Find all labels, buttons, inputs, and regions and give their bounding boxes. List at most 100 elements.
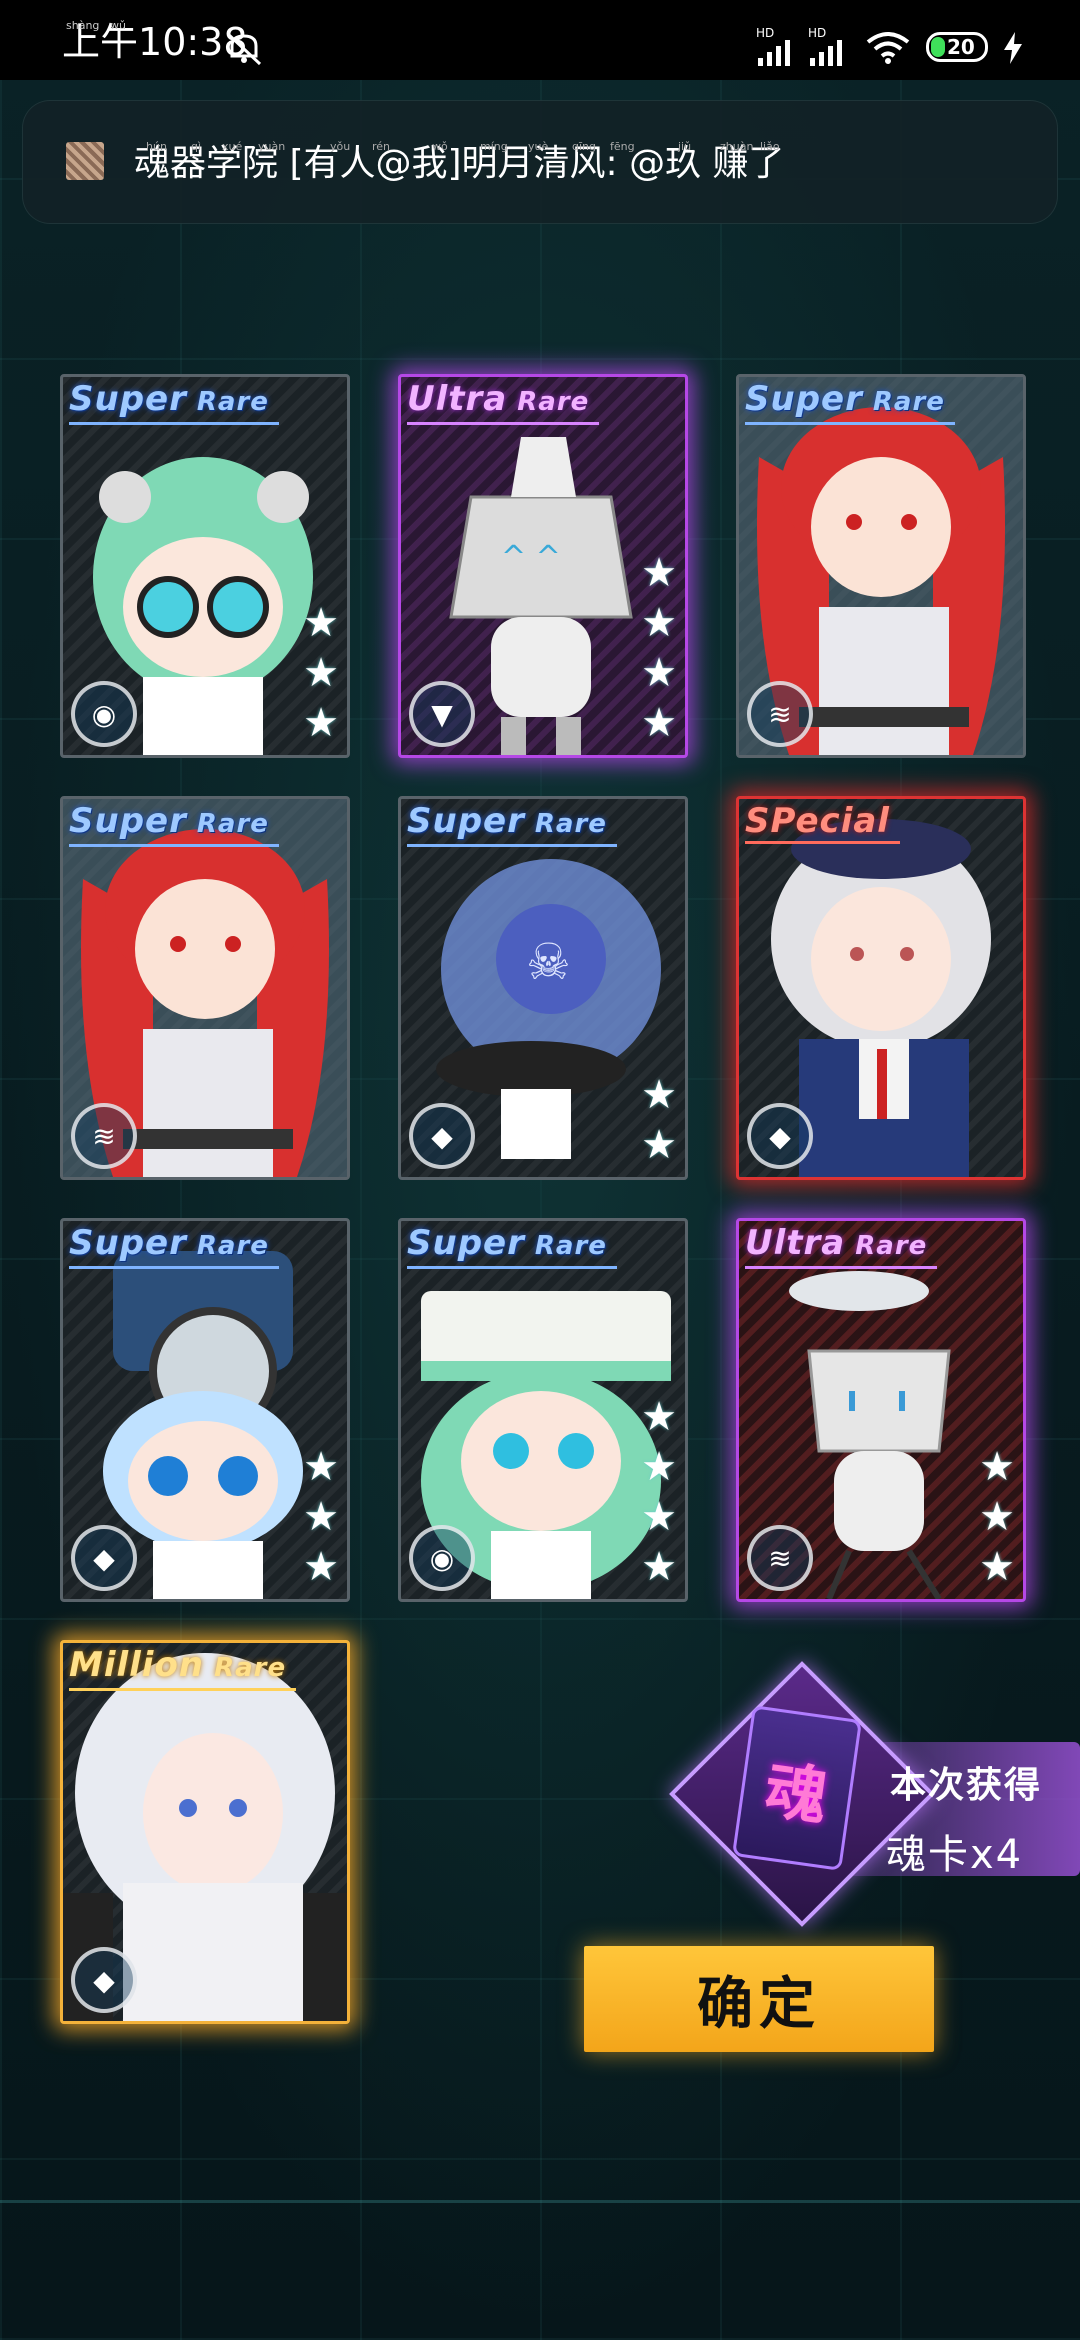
- stripes-icon: ≋: [747, 1525, 813, 1591]
- grid-glow-line: [0, 2200, 1080, 2203]
- drop-icon: ◆: [71, 1947, 137, 2013]
- star-icon: ★: [641, 1494, 677, 1540]
- rarity-suffix: Rare: [186, 809, 269, 839]
- star-icon: ★: [641, 600, 677, 646]
- pinyin-syllable: míng: [480, 140, 508, 153]
- card-9[interactable]: Ultra Rare ★ ★ ★ ≋: [736, 1218, 1026, 1602]
- triangle-icon: ▼: [409, 681, 475, 747]
- pinyin-syllable: yuè: [528, 140, 549, 153]
- ruby-wu: wǔ: [110, 19, 126, 32]
- rarity-word: Super: [745, 379, 863, 419]
- stripes-icon: ≋: [71, 1103, 137, 1169]
- star-icon: ★: [979, 1544, 1015, 1590]
- rarity-word: Ultra: [407, 379, 508, 419]
- card-rarity-label: Super Rare: [69, 379, 279, 425]
- mute-bell-icon: [226, 32, 262, 66]
- notification-banner[interactable]: 魂器学院 [有人@我]明月清风: @玖 赚了: [22, 100, 1058, 224]
- card-4[interactable]: Super Rare ≋: [60, 796, 350, 1180]
- rarity-word: SPecial: [745, 801, 890, 841]
- battery-icon: 20: [926, 32, 988, 62]
- card-3[interactable]: Super Rare ≋: [736, 374, 1026, 758]
- wifi-icon: ◉: [71, 681, 137, 747]
- card-rarity-label: Ultra Rare: [407, 379, 600, 425]
- rarity-suffix: Rare: [204, 1653, 287, 1683]
- star-rating: ★ ★ ★: [979, 1443, 1015, 1591]
- star-icon: ★: [641, 550, 677, 596]
- card-7[interactable]: Super Rare ★ ★ ★ ◆: [60, 1218, 350, 1602]
- star-icon: ★: [641, 1122, 677, 1168]
- star-rating: ★ ★: [641, 1071, 677, 1169]
- pinyin-syllable: jiǔ: [678, 140, 692, 153]
- star-icon: ★: [641, 1444, 677, 1490]
- star-icon: ★: [303, 700, 339, 746]
- svg-text:☠: ☠: [526, 933, 571, 991]
- rarity-word: Million: [69, 1645, 205, 1685]
- pinyin-syllable: rén: [372, 140, 391, 153]
- rarity-suffix: Rare: [524, 1231, 607, 1261]
- star-icon: ★: [979, 1444, 1015, 1490]
- card-10[interactable]: Million Rare ◆: [60, 1640, 350, 2024]
- card-2[interactable]: ^ ^ Ultra Rare ★ ★ ★ ★ ▼: [398, 374, 688, 758]
- card-rarity-label: Super Rare: [745, 379, 955, 425]
- star-icon: ★: [303, 1494, 339, 1540]
- rarity-word: Super: [69, 801, 187, 841]
- card-5[interactable]: ☠ Super Rare ★ ★ ◆: [398, 796, 688, 1180]
- drop-icon: ◆: [409, 1103, 475, 1169]
- pinyin-syllable: fēng: [610, 140, 635, 153]
- star-icon: ★: [641, 700, 677, 746]
- star-icon: ★: [641, 1072, 677, 1118]
- card-rarity-label: Super Rare: [69, 1223, 279, 1269]
- rarity-suffix: Rare: [186, 1231, 269, 1261]
- ruby-shang: shàng: [66, 19, 100, 32]
- pinyin-syllable: yuàn: [258, 140, 286, 153]
- card-rarity-label: SPecial: [745, 801, 900, 844]
- confirm-button[interactable]: 确定: [584, 1946, 934, 2052]
- card-8[interactable]: Super Rare ★ ★ ★ ★ ◉: [398, 1218, 688, 1602]
- star-icon: ★: [641, 650, 677, 696]
- star-icon: ★: [641, 1544, 677, 1590]
- card-6[interactable]: SPecial ◆: [736, 796, 1026, 1180]
- rarity-word: Super: [407, 1223, 525, 1263]
- star-rating: ★ ★ ★: [303, 599, 339, 747]
- wifi-icon: ◉: [409, 1525, 475, 1591]
- star-rating: ★ ★ ★ ★: [641, 549, 677, 747]
- svg-text:^ ^: ^ ^: [501, 540, 561, 575]
- star-rating: ★ ★ ★: [303, 1443, 339, 1591]
- signal-icon-2: [810, 40, 842, 66]
- star-rating: ★ ★ ★ ★: [641, 1393, 677, 1591]
- rarity-word: Super: [69, 379, 187, 419]
- star-icon: ★: [641, 1394, 677, 1440]
- rarity-suffix: Rare: [186, 387, 269, 417]
- battery-level: 20: [947, 35, 975, 59]
- pinyin-syllable: qīng: [572, 140, 596, 153]
- drop-icon: ◆: [747, 1103, 813, 1169]
- signal-icon: [758, 40, 790, 66]
- rarity-word: Ultra: [745, 1223, 846, 1263]
- rarity-suffix: Rare: [845, 1231, 928, 1261]
- card-rarity-label: Ultra Rare: [745, 1223, 938, 1269]
- pinyin-syllable: hún: [146, 140, 167, 153]
- drop-icon: ◆: [71, 1525, 137, 1591]
- status-bar: shàng wǔ 上午10:38 HD HD 20: [0, 0, 1080, 80]
- pinyin-syllable: yǒu: [330, 140, 351, 153]
- star-icon: ★: [303, 1544, 339, 1590]
- rarity-suffix: Rare: [507, 387, 590, 417]
- rarity-word: Super: [407, 801, 525, 841]
- rarity-suffix: Rare: [524, 809, 607, 839]
- status-time: shàng wǔ 上午10:38: [62, 19, 248, 62]
- star-icon: ★: [303, 600, 339, 646]
- soul-glyph: 魂: [760, 1752, 833, 1834]
- star-icon: ★: [979, 1494, 1015, 1540]
- charging-icon: [1004, 32, 1022, 64]
- card-1[interactable]: Super Rare ★ ★ ★ ◉: [60, 374, 350, 758]
- notification-avatar: [66, 142, 104, 180]
- stripes-icon: ≋: [747, 681, 813, 747]
- card-rarity-label: Million Rare: [69, 1645, 297, 1691]
- pinyin-syllable: qì: [191, 140, 202, 153]
- rarity-word: Super: [69, 1223, 187, 1263]
- reward-count: 魂卡x4: [886, 1832, 1024, 1878]
- pinyin-syllable: wǒ: [432, 140, 448, 153]
- card-rarity-label: Super Rare: [407, 1223, 617, 1269]
- star-icon: ★: [303, 650, 339, 696]
- card-rarity-label: Super Rare: [407, 801, 617, 847]
